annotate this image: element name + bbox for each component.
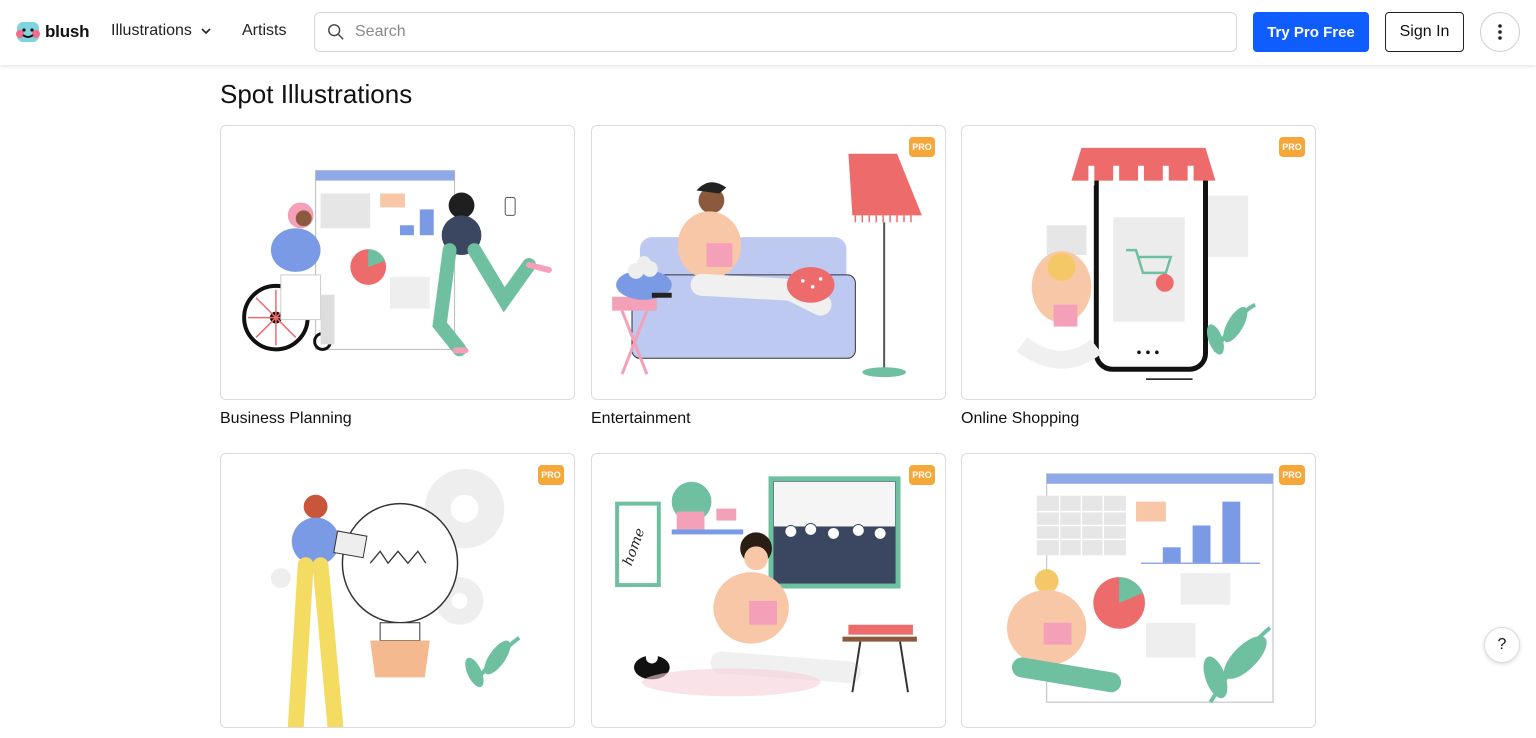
illustration-thumbnail[interactable]: PRO xyxy=(591,125,946,400)
illustration-thumbnail[interactable]: PRO xyxy=(961,125,1316,400)
vertical-dots-icon xyxy=(1498,24,1502,40)
illustration-thumbnail[interactable]: PRO xyxy=(220,453,575,728)
home-reading-illustration: home xyxy=(615,476,917,697)
nav-artists-label: Artists xyxy=(242,22,287,39)
pro-badge: PRO xyxy=(1279,137,1305,157)
more-options-button[interactable] xyxy=(1480,12,1520,52)
illustration-card-entertainment[interactable]: PRO Entertainment xyxy=(591,125,946,428)
illustration-thumbnail[interactable]: PRO xyxy=(961,453,1316,728)
brand-name: blush xyxy=(45,22,90,41)
top-navigation-bar: blush Illustrations Artists Try Pro Free… xyxy=(0,0,1536,65)
illustration-card-5[interactable]: home PRO xyxy=(591,453,946,738)
sign-in-button[interactable]: Sign In xyxy=(1385,12,1464,52)
search-icon xyxy=(328,24,344,40)
page-title: Spot Illustrations xyxy=(220,79,413,109)
pro-badge: PRO xyxy=(538,465,564,485)
nav-illustrations-label: Illustrations xyxy=(111,22,192,39)
illustration-thumbnail[interactable] xyxy=(220,125,575,400)
card-title[interactable]: Entertainment xyxy=(591,410,946,428)
nav-illustrations-dropdown[interactable]: Illustrations xyxy=(111,22,212,40)
blush-logo[interactable]: blush xyxy=(16,20,90,44)
illustration-card-4[interactable]: PRO xyxy=(220,453,575,738)
search-input[interactable] xyxy=(355,23,1215,41)
business-planning-illustration xyxy=(242,170,552,357)
pro-badge: PRO xyxy=(909,465,935,485)
nav-artists-link[interactable]: Artists xyxy=(242,22,286,40)
entertainment-illustration xyxy=(612,153,922,378)
card-title[interactable]: Online Shopping xyxy=(961,410,1316,428)
illustration-card-6[interactable]: PRO xyxy=(961,453,1316,738)
lightbulb-idea-illustration xyxy=(270,468,521,727)
card-title[interactable]: Business Planning xyxy=(220,410,575,428)
search-bar[interactable] xyxy=(314,12,1237,52)
blush-logo-icon xyxy=(16,22,40,42)
try-pro-free-button[interactable]: Try Pro Free xyxy=(1253,12,1369,52)
pro-badge: PRO xyxy=(1279,465,1305,485)
pro-badge: PRO xyxy=(909,137,935,157)
illustration-card-online-shopping[interactable]: PRO Online Shopping xyxy=(961,125,1316,428)
chevron-down-icon xyxy=(201,28,211,35)
help-button[interactable]: ? xyxy=(1484,627,1520,663)
illustration-card-business-planning[interactable]: Business Planning xyxy=(220,125,575,428)
online-shopping-illustration xyxy=(1016,147,1257,380)
illustration-thumbnail[interactable]: home PRO xyxy=(591,453,946,728)
analytics-dashboard-illustration xyxy=(1006,473,1274,704)
